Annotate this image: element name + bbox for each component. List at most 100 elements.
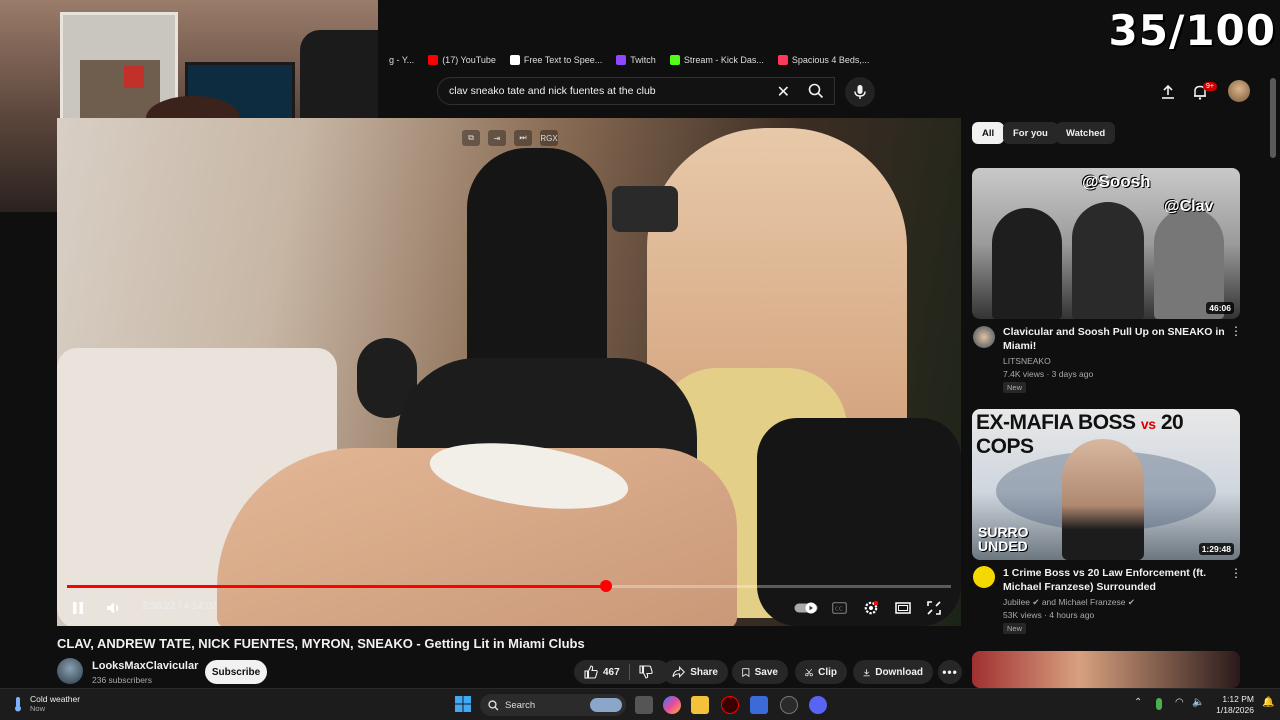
channel-avatar[interactable] xyxy=(57,658,83,684)
dislike-button[interactable] xyxy=(639,665,653,679)
recommendation-title[interactable]: Clavicular and Soosh Pull Up on SNEAKO i… xyxy=(1003,325,1225,353)
more-actions-button[interactable]: ••• xyxy=(938,660,962,684)
subscriber-count: 236 subscribers xyxy=(92,675,153,685)
start-button[interactable] xyxy=(455,696,473,714)
weather-widget[interactable]: Cold weather Now xyxy=(12,694,80,713)
pause-icon xyxy=(73,602,83,614)
weather-text: Cold weather Now xyxy=(30,694,80,713)
speaker-icon[interactable]: 🔈 xyxy=(1192,697,1204,708)
clock[interactable]: 1:12 PM 1/18/2026 xyxy=(1210,694,1254,716)
settings-button[interactable] xyxy=(860,594,882,622)
time-display: 2:35:22 / 4:14:02 xyxy=(142,601,217,612)
new-badge: New xyxy=(1003,382,1027,393)
save-button[interactable]: Save xyxy=(732,660,788,684)
filter-chip-for-you[interactable]: For you xyxy=(1003,122,1058,144)
search-icon xyxy=(488,699,499,710)
more-vertical-icon[interactable]: ⋮ xyxy=(1230,566,1242,580)
like-button[interactable]: 467 xyxy=(584,665,620,679)
search-query-text: clav sneako tate and nick fuentes at the… xyxy=(449,85,656,97)
like-dislike-group: 467 xyxy=(574,660,670,684)
fullscreen-button[interactable] xyxy=(923,594,945,622)
copilot-icon[interactable] xyxy=(663,696,681,714)
recommendation-channel[interactable]: Jubilee ✔ and Michael Franzese ✔ xyxy=(1003,597,1135,608)
windows-icon xyxy=(455,696,471,712)
theater-mode-button[interactable] xyxy=(892,594,914,622)
search-input[interactable]: clav sneako tate and nick fuentes at the… xyxy=(437,77,835,105)
volume-button[interactable] xyxy=(103,594,125,622)
task-view-icon[interactable] xyxy=(635,696,653,714)
clip-button[interactable]: Clip xyxy=(795,660,847,684)
file-explorer-icon[interactable] xyxy=(691,696,709,714)
progress-scrubber[interactable] xyxy=(599,580,612,592)
time-separator: / xyxy=(178,601,181,612)
discord-icon[interactable] xyxy=(809,696,827,714)
autoplay-toggle[interactable] xyxy=(793,594,819,622)
search-highlight-icon xyxy=(590,698,622,712)
taskbar-search[interactable]: Search xyxy=(480,694,626,716)
video-duration-badge: 1:29:48 xyxy=(1198,543,1234,555)
wifi-icon[interactable]: ◠ xyxy=(1175,697,1184,708)
bookmark-item[interactable]: Stream - Kick Das... xyxy=(663,55,771,65)
account-avatar[interactable] xyxy=(1228,80,1250,102)
popout-icon[interactable]: ⇥ xyxy=(488,130,506,146)
captions-icon: CC xyxy=(831,602,847,614)
channel-avatar[interactable] xyxy=(973,326,995,348)
thumb-man-face xyxy=(1062,439,1144,560)
recommendation-title[interactable]: 1 Crime Boss vs 20 Law Enforcement (ft. … xyxy=(1003,566,1225,594)
microphone-icon xyxy=(854,85,866,99)
skip-icon[interactable]: ⏭ xyxy=(514,130,532,146)
volume-icon xyxy=(107,602,119,614)
picture-in-picture-icon[interactable]: ⧉ xyxy=(462,130,480,146)
recommendation-thumbnail[interactable]: @Soosh @Clav 46:06 xyxy=(972,168,1240,319)
tray-microphone-icon[interactable] xyxy=(1156,698,1162,710)
search-icon xyxy=(808,83,824,99)
page-scrollbar[interactable] xyxy=(1270,78,1276,158)
filter-chip-watched[interactable]: Watched xyxy=(1056,122,1116,144)
microsoft-store-icon[interactable] xyxy=(750,696,768,714)
filter-chip-all[interactable]: All xyxy=(972,122,1005,144)
recommendation-thumbnail[interactable] xyxy=(972,651,1240,688)
thumb-text: @Clav xyxy=(1164,198,1214,215)
bookmark-item[interactable]: Spacious 4 Beds,... xyxy=(771,55,877,65)
twitch-favicon xyxy=(616,55,627,65)
download-icon xyxy=(863,668,870,676)
opera-gx-icon[interactable] xyxy=(721,696,739,714)
weather-title: Cold weather xyxy=(30,694,81,704)
notification-bell-icon[interactable]: 🔔 xyxy=(1262,697,1274,708)
bookmark-item[interactable]: Free Text to Spee... xyxy=(503,55,609,65)
extension-controls: ⧉ ⇥ ⏭ RGX xyxy=(462,130,558,146)
more-vertical-icon[interactable]: ⋮ xyxy=(1230,324,1242,338)
channel-name: Jubilee xyxy=(1003,597,1030,607)
video-duration-badge: 46:06 xyxy=(1206,302,1234,314)
video-player[interactable]: ⧉ ⇥ ⏭ RGX 2:35:22 / 4:14:02 CC xyxy=(57,118,961,626)
bookmark-item[interactable]: (17) YouTube xyxy=(421,55,503,65)
scissors-icon xyxy=(805,668,813,676)
extension-label[interactable]: RGX xyxy=(540,130,558,146)
channel-name[interactable]: LooksMaxClavicular xyxy=(92,660,198,672)
subscribe-button[interactable]: Subscribe xyxy=(205,660,267,684)
channel-avatar[interactable] xyxy=(973,566,995,588)
app-icon[interactable] xyxy=(780,696,798,714)
recommendation-thumbnail[interactable]: EX-MAFIA BOSS vs 20 COPS SURRO UNDED 1:2… xyxy=(972,409,1240,560)
captions-button[interactable]: CC xyxy=(828,594,850,622)
video-title: CLAV, ANDREW TATE, NICK FUENTES, MYRON, … xyxy=(57,636,585,651)
verified-icon: ✔ xyxy=(1127,597,1135,607)
bookmark-label: Free Text to Spee... xyxy=(523,55,603,65)
download-button[interactable]: Download xyxy=(853,660,933,684)
voice-search-button[interactable] xyxy=(845,77,875,107)
upload-button[interactable] xyxy=(1156,80,1180,104)
search-button[interactable] xyxy=(798,77,834,105)
recommendation-channel[interactable]: LITSNEAKO xyxy=(1003,356,1051,366)
clip-label: Clip xyxy=(818,666,837,678)
pause-button[interactable] xyxy=(67,594,89,622)
webcam-red-box xyxy=(124,66,144,88)
current-time: 2:35:22 xyxy=(142,601,176,612)
progress-bar[interactable] xyxy=(67,580,951,592)
tray-chevron-icon[interactable]: ⌃ xyxy=(1134,697,1142,708)
bookmark-item[interactable]: g - Y... xyxy=(378,55,421,65)
pill-divider xyxy=(628,664,630,680)
clear-search-icon[interactable]: ✕ xyxy=(777,82,790,102)
share-button[interactable]: Share xyxy=(662,660,728,684)
thumbs-down-icon xyxy=(639,665,653,679)
bookmark-item[interactable]: Twitch xyxy=(609,55,663,65)
